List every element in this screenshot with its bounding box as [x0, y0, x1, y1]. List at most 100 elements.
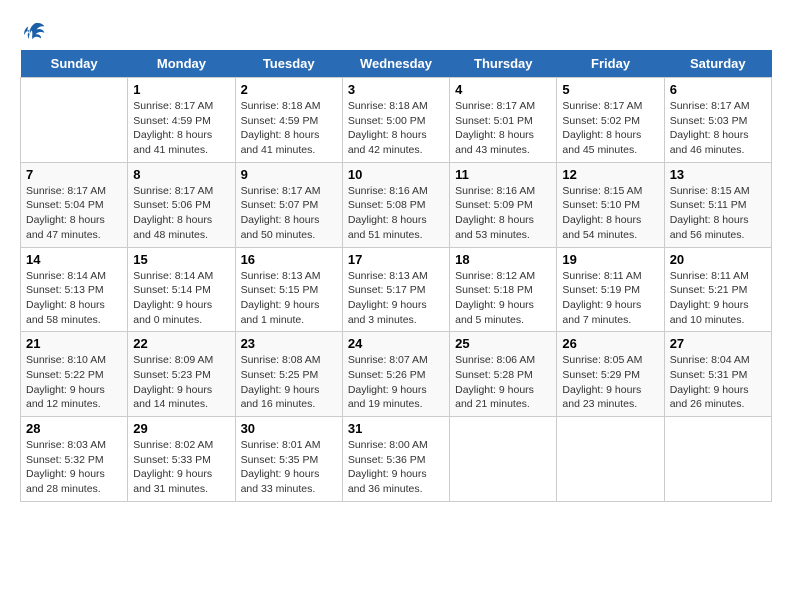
date-number: 30: [241, 421, 337, 436]
logo-bird-icon: [22, 20, 46, 44]
calendar-cell: [557, 417, 664, 502]
date-number: 31: [348, 421, 444, 436]
day-header-saturday: Saturday: [664, 50, 771, 78]
date-number: 4: [455, 82, 551, 97]
calendar-cell: 5Sunrise: 8:17 AM Sunset: 5:02 PM Daylig…: [557, 78, 664, 163]
day-header-wednesday: Wednesday: [342, 50, 449, 78]
day-header-monday: Monday: [128, 50, 235, 78]
cell-info: Sunrise: 8:04 AM Sunset: 5:31 PM Dayligh…: [670, 353, 766, 412]
calendar-cell: 26 Sunrise: 8:05 AM Sunset: 5:29 PM Dayli…: [557, 332, 664, 417]
cell-info: Sunrise: 8:13 AM Sunset: 5:15 PM Dayligh…: [241, 269, 337, 328]
cell-info: Sunrise: 8:06 AM Sunset: 5:28 PM Dayligh…: [455, 353, 551, 412]
date-number: 22: [133, 336, 229, 351]
calendar-cell: 21 Sunrise: 8:10 AM Sunset: 5:22 PM Dayli…: [21, 332, 128, 417]
week-row-4: 21 Sunrise: 8:10 AM Sunset: 5:22 PM Dayli…: [21, 332, 772, 417]
calendar-cell: 6 Sunrise: 8:17 AM Sunset: 5:03 PM Daylig…: [664, 78, 771, 163]
cell-info: Sunrise: 8:17 AM Sunset: 5:06 PM Dayligh…: [133, 184, 229, 243]
calendar-cell: 14 Sunrise: 8:14 AM Sunset: 5:13 PM Dayli…: [21, 247, 128, 332]
date-number: 6: [670, 82, 766, 97]
calendar-cell: 10 Sunrise: 8:16 AM Sunset: 5:08 PM Dayli…: [342, 162, 449, 247]
cell-info: Sunrise: 8:15 AM Sunset: 5:10 PM Dayligh…: [562, 184, 658, 243]
week-row-5: 28Sunrise: 8:03 AM Sunset: 5:32 PM Dayli…: [21, 417, 772, 502]
date-number: 3: [348, 82, 444, 97]
date-number: 17: [348, 252, 444, 267]
calendar-cell: 1 Sunrise: 8:17 AM Sunset: 4:59 PM Daylig…: [128, 78, 235, 163]
date-number: 25: [455, 336, 551, 351]
date-number: 8: [133, 167, 229, 182]
logo: [20, 20, 46, 40]
date-number: 21: [26, 336, 122, 351]
day-header-tuesday: Tuesday: [235, 50, 342, 78]
calendar-cell: 29 Sunrise: 8:02 AM Sunset: 5:33 PM Dayli…: [128, 417, 235, 502]
cell-info: Sunrise: 8:08 AM Sunset: 5:25 PM Dayligh…: [241, 353, 337, 412]
date-number: 15: [133, 252, 229, 267]
cell-info: Sunrise: 8:16 AM Sunset: 5:09 PM Dayligh…: [455, 184, 551, 243]
calendar-cell: 16 Sunrise: 8:13 AM Sunset: 5:15 PM Dayli…: [235, 247, 342, 332]
week-row-1: 1 Sunrise: 8:17 AM Sunset: 4:59 PM Daylig…: [21, 78, 772, 163]
calendar-table: SundayMondayTuesdayWednesdayThursdayFrid…: [20, 50, 772, 502]
calendar-cell: [21, 78, 128, 163]
cell-info: Sunrise: 8:15 AM Sunset: 5:11 PM Dayligh…: [670, 184, 766, 243]
cell-info: Sunrise: 8:17 AM Sunset: 5:07 PM Dayligh…: [241, 184, 337, 243]
cell-info: Sunrise: 8:13 AM Sunset: 5:17 PM Dayligh…: [348, 269, 444, 328]
cell-info: Sunrise: 8:12 AM Sunset: 5:18 PM Dayligh…: [455, 269, 551, 328]
header: [20, 20, 772, 40]
calendar-cell: 28Sunrise: 8:03 AM Sunset: 5:32 PM Dayli…: [21, 417, 128, 502]
cell-info: Sunrise: 8:17 AM Sunset: 4:59 PM Dayligh…: [133, 99, 229, 158]
calendar-cell: 25 Sunrise: 8:06 AM Sunset: 5:28 PM Dayli…: [450, 332, 557, 417]
day-header-thursday: Thursday: [450, 50, 557, 78]
date-number: 20: [670, 252, 766, 267]
date-number: 10: [348, 167, 444, 182]
calendar-cell: 7 Sunrise: 8:17 AM Sunset: 5:04 PM Daylig…: [21, 162, 128, 247]
calendar-cell: 9 Sunrise: 8:17 AM Sunset: 5:07 PM Daylig…: [235, 162, 342, 247]
cell-info: Sunrise: 8:17 AM Sunset: 5:02 PM Dayligh…: [562, 99, 658, 158]
date-number: 11: [455, 167, 551, 182]
cell-info: Sunrise: 8:18 AM Sunset: 4:59 PM Dayligh…: [241, 99, 337, 158]
date-number: 18: [455, 252, 551, 267]
calendar-cell: 31Sunrise: 8:00 AM Sunset: 5:36 PM Dayli…: [342, 417, 449, 502]
cell-info: Sunrise: 8:14 AM Sunset: 5:13 PM Dayligh…: [26, 269, 122, 328]
calendar-cell: 22 Sunrise: 8:09 AM Sunset: 5:23 PM Dayli…: [128, 332, 235, 417]
cell-info: Sunrise: 8:18 AM Sunset: 5:00 PM Dayligh…: [348, 99, 444, 158]
calendar-cell: 20Sunrise: 8:11 AM Sunset: 5:21 PM Dayli…: [664, 247, 771, 332]
date-number: 12: [562, 167, 658, 182]
calendar-cell: 19 Sunrise: 8:11 AM Sunset: 5:19 PM Dayli…: [557, 247, 664, 332]
date-number: 23: [241, 336, 337, 351]
calendar-cell: 2 Sunrise: 8:18 AM Sunset: 4:59 PM Daylig…: [235, 78, 342, 163]
date-number: 13: [670, 167, 766, 182]
cell-info: Sunrise: 8:17 AM Sunset: 5:04 PM Dayligh…: [26, 184, 122, 243]
calendar-cell: 18 Sunrise: 8:12 AM Sunset: 5:18 PM Dayli…: [450, 247, 557, 332]
cell-info: Sunrise: 8:05 AM Sunset: 5:29 PM Dayligh…: [562, 353, 658, 412]
cell-info: Sunrise: 8:11 AM Sunset: 5:19 PM Dayligh…: [562, 269, 658, 328]
date-number: 16: [241, 252, 337, 267]
calendar-cell: 30 Sunrise: 8:01 AM Sunset: 5:35 PM Dayli…: [235, 417, 342, 502]
cell-info: Sunrise: 8:01 AM Sunset: 5:35 PM Dayligh…: [241, 438, 337, 497]
date-number: 2: [241, 82, 337, 97]
date-number: 7: [26, 167, 122, 182]
date-number: 26: [562, 336, 658, 351]
calendar-cell: 12 Sunrise: 8:15 AM Sunset: 5:10 PM Dayli…: [557, 162, 664, 247]
date-number: 19: [562, 252, 658, 267]
week-row-3: 14 Sunrise: 8:14 AM Sunset: 5:13 PM Dayli…: [21, 247, 772, 332]
cell-info: Sunrise: 8:10 AM Sunset: 5:22 PM Dayligh…: [26, 353, 122, 412]
calendar-cell: [450, 417, 557, 502]
cell-info: Sunrise: 8:02 AM Sunset: 5:33 PM Dayligh…: [133, 438, 229, 497]
cell-info: Sunrise: 8:16 AM Sunset: 5:08 PM Dayligh…: [348, 184, 444, 243]
cell-info: Sunrise: 8:17 AM Sunset: 5:03 PM Dayligh…: [670, 99, 766, 158]
calendar-cell: 17 Sunrise: 8:13 AM Sunset: 5:17 PM Dayli…: [342, 247, 449, 332]
calendar-cell: 15 Sunrise: 8:14 AM Sunset: 5:14 PM Dayli…: [128, 247, 235, 332]
cell-info: Sunrise: 8:14 AM Sunset: 5:14 PM Dayligh…: [133, 269, 229, 328]
calendar-cell: 3 Sunrise: 8:18 AM Sunset: 5:00 PM Daylig…: [342, 78, 449, 163]
cell-info: Sunrise: 8:09 AM Sunset: 5:23 PM Dayligh…: [133, 353, 229, 412]
date-number: 29: [133, 421, 229, 436]
date-number: 28: [26, 421, 122, 436]
calendar-cell: 27 Sunrise: 8:04 AM Sunset: 5:31 PM Dayli…: [664, 332, 771, 417]
calendar-cell: 23 Sunrise: 8:08 AM Sunset: 5:25 PM Dayli…: [235, 332, 342, 417]
date-number: 14: [26, 252, 122, 267]
calendar-cell: 8 Sunrise: 8:17 AM Sunset: 5:06 PM Daylig…: [128, 162, 235, 247]
date-number: 9: [241, 167, 337, 182]
day-header-sunday: Sunday: [21, 50, 128, 78]
date-number: 27: [670, 336, 766, 351]
date-number: 1: [133, 82, 229, 97]
cell-info: Sunrise: 8:17 AM Sunset: 5:01 PM Dayligh…: [455, 99, 551, 158]
